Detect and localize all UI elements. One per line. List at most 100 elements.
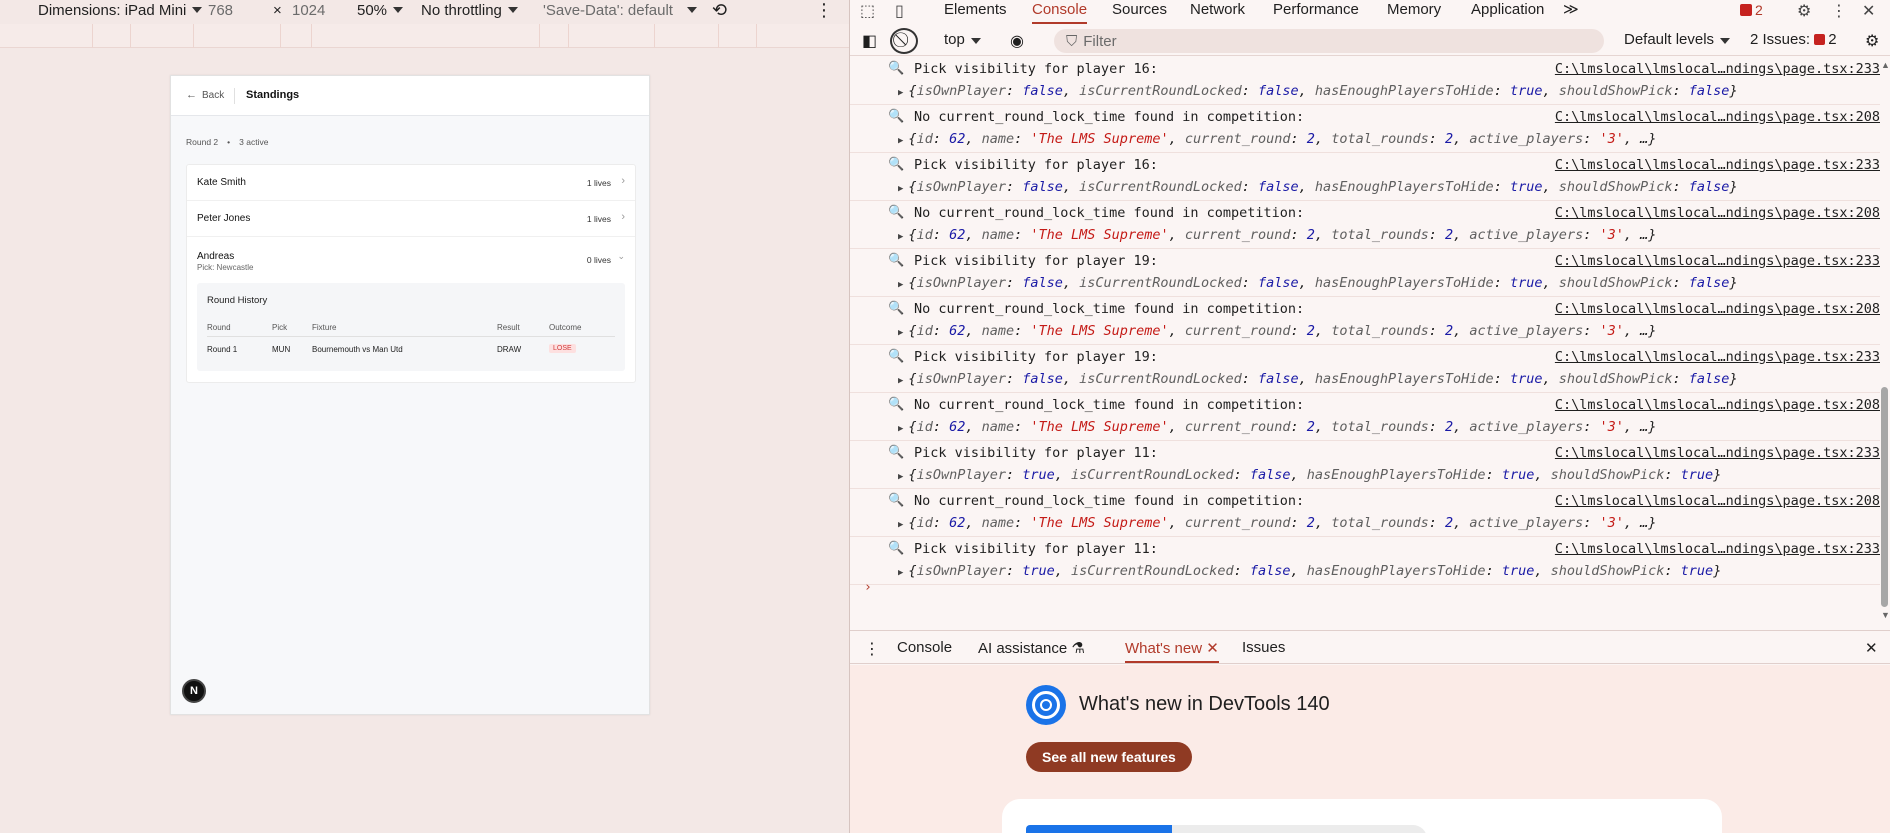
expand-triangle-icon[interactable]: ▶ <box>898 328 903 338</box>
console-message[interactable]: 🔍 No current_round_lock_time found in com… <box>850 489 1880 537</box>
expand-triangle-icon[interactable]: ▶ <box>898 424 903 434</box>
drawer-tab-whats-new[interactable]: What's new ✕ <box>1125 639 1219 663</box>
drawer-tab-console[interactable]: Console <box>897 639 952 656</box>
console-message-text: Pick visibility for player 19: <box>914 349 1158 365</box>
issues-num: 2 <box>1828 31 1837 48</box>
devtools-tab-bar: ⬚ ▯ Elements Console Sources Network Per… <box>850 0 1890 24</box>
object-preview[interactable]: ▶ {isOwnPlayer: true, isCurrentRoundLocke… <box>898 467 1721 483</box>
issues-badge[interactable]: 2 <box>1740 2 1763 18</box>
tab-performance[interactable]: Performance <box>1273 0 1359 24</box>
console-message[interactable]: 🔍 Pick visibility for player 19: C:\lmsloc… <box>850 249 1880 297</box>
width-input[interactable]: 768 <box>208 0 233 20</box>
source-link[interactable]: C:\lmslocal\lmslocal…ndings\page.tsx:208 <box>1555 109 1880 125</box>
console-message[interactable]: 🔍 Pick visibility for player 11: C:\lmsloc… <box>850 537 1880 585</box>
object-preview[interactable]: ▶ {isOwnPlayer: false, isCurrentRoundLock… <box>898 83 1738 99</box>
chevron-down-icon <box>1720 38 1731 44</box>
object-preview[interactable]: ▶ {isOwnPlayer: false, isCurrentRoundLock… <box>898 371 1738 387</box>
source-link[interactable]: C:\lmslocal\lmslocal…ndings\page.tsx:233 <box>1555 61 1880 77</box>
drawer-close-icon[interactable]: ✕ <box>1865 639 1878 657</box>
source-link[interactable]: C:\lmslocal\lmslocal…ndings\page.tsx:233 <box>1555 157 1880 173</box>
object-preview[interactable]: ▶ {isOwnPlayer: false, isCurrentRoundLock… <box>898 179 1738 195</box>
device-toggle-icon[interactable]: ▯ <box>895 1 904 21</box>
more-options-icon[interactable]: ⋮ <box>815 0 833 20</box>
console-settings-icon[interactable]: ⚙ <box>1865 31 1879 51</box>
object-preview[interactable]: ▶ {id: 62, name: 'The LMS Supreme', curre… <box>898 419 1656 435</box>
object-preview[interactable]: ▶ {id: 62, name: 'The LMS Supreme', curre… <box>898 323 1656 339</box>
object-preview[interactable]: ▶ {id: 62, name: 'The LMS Supreme', curre… <box>898 131 1656 147</box>
eye-icon[interactable]: ◉ <box>1010 31 1024 51</box>
object-preview[interactable]: ▶ {id: 62, name: 'The LMS Supreme', curre… <box>898 227 1656 243</box>
log-levels-dropdown[interactable]: Default levels <box>1624 31 1731 48</box>
tab-elements[interactable]: Elements <box>944 0 1007 24</box>
height-input[interactable]: 1024 <box>292 0 325 20</box>
console-message[interactable]: 🔍 Pick visibility for player 19: C:\lmsloc… <box>850 345 1880 393</box>
nextjs-dev-indicator[interactable]: N <box>182 679 206 703</box>
source-link[interactable]: C:\lmslocal\lmslocal…ndings\page.tsx:233 <box>1555 253 1880 269</box>
drawer-tab-ai-assistance[interactable]: AI assistance ⚗ <box>978 639 1085 657</box>
source-link[interactable]: C:\lmslocal\lmslocal…ndings\page.tsx:208 <box>1555 301 1880 317</box>
console-message[interactable]: 🔍 No current_round_lock_time found in com… <box>850 393 1880 441</box>
save-data-dropdown[interactable]: 'Save-Data': default <box>543 0 697 20</box>
source-link[interactable]: C:\lmslocal\lmslocal…ndings\page.tsx:208 <box>1555 205 1880 221</box>
context-selector[interactable]: top <box>944 31 981 48</box>
console-message[interactable]: 🔍 No current_round_lock_time found in com… <box>850 297 1880 345</box>
player-row-expanded[interactable]: Andreas Pick: Newcastle 0 lives ⌄ <box>187 237 635 281</box>
expand-triangle-icon[interactable]: ▶ <box>898 472 903 482</box>
console-message[interactable]: 🔍 Pick visibility for player 16: C:\lmsloc… <box>850 153 1880 201</box>
source-link[interactable]: C:\lmslocal\lmslocal…ndings\page.tsx:233 <box>1555 349 1880 365</box>
expand-triangle-icon[interactable]: ▶ <box>898 184 903 194</box>
issues-button[interactable]: 2 Issues: 2 <box>1750 31 1837 48</box>
dimensions-dropdown[interactable]: Dimensions: iPad Mini <box>38 0 203 20</box>
inspect-element-icon[interactable]: ⬚ <box>860 1 875 21</box>
drawer-tab-issues[interactable]: Issues <box>1242 639 1285 656</box>
console-message[interactable]: 🔍 Pick visibility for player 16: C:\lmsloc… <box>850 57 1880 105</box>
tab-memory[interactable]: Memory <box>1387 0 1441 24</box>
console-message[interactable]: 🔍 No current_round_lock_time found in com… <box>850 201 1880 249</box>
expand-triangle-icon[interactable]: ▶ <box>898 232 903 242</box>
console-message[interactable]: 🔍 Pick visibility for player 11: C:\lmsloc… <box>850 441 1880 489</box>
source-link[interactable]: C:\lmslocal\lmslocal…ndings\page.tsx:208 <box>1555 397 1880 413</box>
clear-console-icon[interactable]: ⃠ <box>890 28 918 54</box>
console-message[interactable]: 🔍 No current_round_lock_time found in com… <box>850 105 1880 153</box>
scroll-down-arrow[interactable]: ▼ <box>1881 610 1890 620</box>
media-query-ruler[interactable] <box>0 24 849 48</box>
source-link[interactable]: C:\lmslocal\lmslocal…ndings\page.tsx:208 <box>1555 493 1880 509</box>
tab-console[interactable]: Console <box>1032 0 1088 24</box>
object-preview[interactable]: ▶ {isOwnPlayer: false, isCurrentRoundLock… <box>898 275 1738 291</box>
expand-triangle-icon[interactable]: ▶ <box>898 376 903 386</box>
object-preview[interactable]: ▶ {id: 62, name: 'The LMS Supreme', curre… <box>898 515 1656 531</box>
column-header: Round <box>207 323 231 332</box>
scroll-up-arrow[interactable]: ▲ <box>1881 60 1890 70</box>
player-name: Andreas <box>197 251 235 262</box>
throttling-dropdown[interactable]: No throttling <box>421 0 518 20</box>
object-preview[interactable]: ▶ {isOwnPlayer: true, isCurrentRoundLocke… <box>898 563 1721 579</box>
player-row[interactable]: Peter Jones 1 lives › <box>187 201 635 237</box>
sidebar-toggle-icon[interactable]: ◧ <box>862 31 877 51</box>
see-all-features-button[interactable]: See all new features <box>1026 742 1192 772</box>
expand-triangle-icon[interactable]: ▶ <box>898 88 903 98</box>
close-icon[interactable]: ✕ <box>1862 1 1875 21</box>
scroll-thumb[interactable] <box>1881 387 1888 607</box>
expand-triangle-icon[interactable]: ▶ <box>898 568 903 578</box>
drawer-menu-icon[interactable]: ⋮ <box>864 639 880 659</box>
player-row[interactable]: Kate Smith 1 lives › <box>187 165 635 201</box>
console-log: 🔍 Pick visibility for player 16: C:\lmsloc… <box>850 57 1880 622</box>
more-tabs-icon[interactable]: ≫ <box>1563 0 1579 24</box>
back-button[interactable]: ← Back <box>186 89 224 101</box>
rotate-icon[interactable]: ⟲ <box>712 0 727 20</box>
tab-sources[interactable]: Sources <box>1112 0 1167 24</box>
source-link[interactable]: C:\lmslocal\lmslocal…ndings\page.tsx:233 <box>1555 445 1880 461</box>
more-options-icon[interactable]: ⋮ <box>1831 1 1847 21</box>
source-link[interactable]: C:\lmslocal\lmslocal…ndings\page.tsx:233 <box>1555 541 1880 557</box>
close-icon[interactable]: ✕ <box>1206 640 1219 657</box>
tab-network[interactable]: Network <box>1190 0 1245 24</box>
expand-triangle-icon[interactable]: ▶ <box>898 280 903 290</box>
filter-input[interactable] <box>1083 32 1584 50</box>
zoom-dropdown[interactable]: 50% <box>357 0 404 20</box>
console-scrollbar[interactable]: ▲ ▼ <box>1881 60 1890 620</box>
expand-triangle-icon[interactable]: ▶ <box>898 136 903 146</box>
gear-icon[interactable]: ⚙ <box>1797 1 1811 21</box>
console-prompt[interactable]: › <box>864 580 872 595</box>
expand-triangle-icon[interactable]: ▶ <box>898 520 903 530</box>
tab-application[interactable]: Application <box>1471 0 1544 24</box>
